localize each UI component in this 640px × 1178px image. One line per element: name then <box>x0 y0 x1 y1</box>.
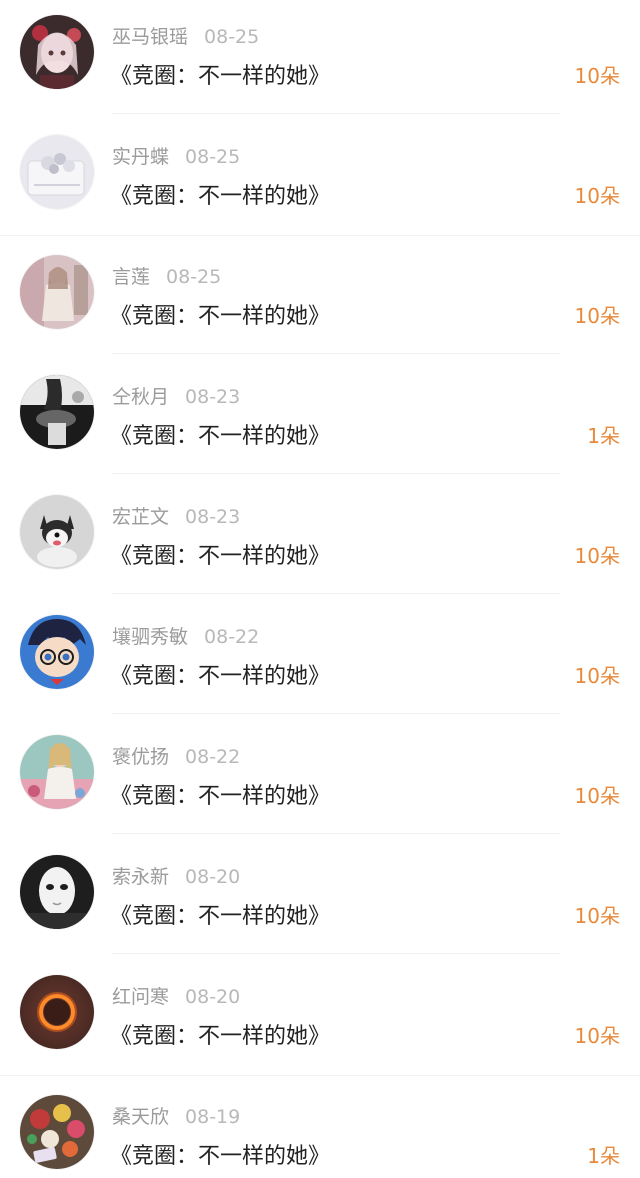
avatar-husky-dog[interactable] <box>20 495 94 569</box>
avatar-flowers-bag[interactable] <box>20 135 94 209</box>
gift-amount: 10朵 <box>574 904 620 928</box>
list-item[interactable]: 宏芷文 08-23 《竞圈：不一样的她》 10朵 <box>0 480 640 600</box>
divider <box>112 833 560 834</box>
divider <box>112 953 560 954</box>
user-name[interactable]: 桑天欣 <box>112 1106 169 1128</box>
avatar-anime-boy[interactable] <box>20 615 94 689</box>
book-title[interactable]: 《竞圈：不一样的她》 <box>110 538 330 570</box>
item-date: 08-25 <box>204 26 260 48</box>
divider <box>112 353 560 354</box>
item-meta: 红问寒 08-20 <box>112 982 240 1010</box>
list-item[interactable]: 实丹蝶 08-25 《竞圈：不一样的她》 10朵 <box>0 120 640 240</box>
item-date: 08-19 <box>185 1106 241 1128</box>
book-title[interactable]: 《竞圈：不一样的她》 <box>110 898 330 930</box>
item-meta: 壤驷秀敏 08-22 <box>112 622 259 650</box>
divider <box>0 235 640 236</box>
gift-amount: 10朵 <box>574 664 620 688</box>
gift-amount: 10朵 <box>574 784 620 808</box>
list-item[interactable]: 言莲 08-25 《竞圈：不一样的她》 10朵 <box>0 240 640 360</box>
book-title[interactable]: 《竞圈：不一样的她》 <box>110 658 330 690</box>
user-name[interactable]: 索永新 <box>112 866 169 888</box>
user-name[interactable]: 褒优扬 <box>112 746 169 768</box>
gift-amount: 10朵 <box>574 304 620 328</box>
item-meta: 仝秋月 08-23 <box>112 382 240 410</box>
user-name[interactable]: 言莲 <box>112 266 150 288</box>
item-meta: 实丹蝶 08-25 <box>112 142 240 170</box>
book-title[interactable]: 《竞圈：不一样的她》 <box>110 1138 330 1170</box>
user-name[interactable]: 巫马银瑶 <box>112 26 188 48</box>
item-date: 08-23 <box>185 506 241 528</box>
book-title[interactable]: 《竞圈：不一样的她》 <box>110 1018 330 1050</box>
gift-amount: 10朵 <box>574 64 620 88</box>
avatar-doll-room[interactable] <box>20 255 94 329</box>
item-meta: 桑天欣 08-19 <box>112 1102 240 1130</box>
user-name[interactable]: 仝秋月 <box>112 386 169 408</box>
gift-amount: 10朵 <box>574 544 620 568</box>
item-meta: 索永新 08-20 <box>112 862 240 890</box>
divider <box>112 713 560 714</box>
book-title[interactable]: 《竞圈：不一样的她》 <box>110 418 330 450</box>
book-title[interactable]: 《竞圈：不一样的她》 <box>110 298 330 330</box>
book-title[interactable]: 《竞圈：不一样的她》 <box>110 778 330 810</box>
avatar-flower-bouquet[interactable] <box>20 1095 94 1169</box>
user-name[interactable]: 实丹蝶 <box>112 146 169 168</box>
list-item[interactable]: 巫马银瑶 08-25 《竞圈：不一样的她》 10朵 <box>0 0 640 120</box>
avatar-doll-girl[interactable] <box>20 15 94 89</box>
book-title[interactable]: 《竞圈：不一样的她》 <box>110 178 330 210</box>
item-meta: 宏芷文 08-23 <box>112 502 240 530</box>
list-item[interactable]: 索永新 08-20 《竞圈：不一样的她》 10朵 <box>0 840 640 960</box>
list-item[interactable]: 褒优扬 08-22 《竞圈：不一样的她》 10朵 <box>0 720 640 840</box>
list-item[interactable]: 壤驷秀敏 08-22 《竞圈：不一样的她》 10朵 <box>0 600 640 720</box>
list-item[interactable]: 桑天欣 08-19 《竞圈：不一样的她》 1朵 <box>0 1080 640 1178</box>
item-meta: 巫马银瑶 08-25 <box>112 22 259 50</box>
gift-amount: 10朵 <box>574 184 620 208</box>
divider <box>0 1075 640 1076</box>
gift-amount: 1朵 <box>587 424 620 448</box>
item-date: 08-22 <box>185 746 241 768</box>
user-name[interactable]: 红问寒 <box>112 986 169 1008</box>
list-item[interactable]: 仝秋月 08-23 《竞圈：不一样的她》 1朵 <box>0 360 640 480</box>
divider <box>112 473 560 474</box>
divider <box>112 113 560 114</box>
user-name[interactable]: 宏芷文 <box>112 506 169 528</box>
item-date: 08-20 <box>185 866 241 888</box>
item-date: 08-23 <box>185 386 241 408</box>
gift-amount: 10朵 <box>574 1024 620 1048</box>
avatar-eclipse[interactable] <box>20 975 94 1049</box>
gift-record-list: 巫马银瑶 08-25 《竞圈：不一样的她》 10朵 实丹蝶 08-25 《竞圈：不一… <box>0 0 640 1178</box>
item-date: 08-20 <box>185 986 241 1008</box>
item-date: 08-25 <box>185 146 241 168</box>
item-meta: 褒优扬 08-22 <box>112 742 240 770</box>
item-date: 08-25 <box>166 266 222 288</box>
user-name[interactable]: 壤驷秀敏 <box>112 626 188 648</box>
divider <box>112 593 560 594</box>
item-meta: 言莲 08-25 <box>112 262 221 290</box>
avatar-bw-girl[interactable] <box>20 375 94 449</box>
book-title[interactable]: 《竞圈：不一样的她》 <box>110 58 330 90</box>
avatar-white-mask[interactable] <box>20 855 94 929</box>
item-date: 08-22 <box>204 626 260 648</box>
gift-amount: 1朵 <box>587 1144 620 1168</box>
avatar-painting-woman[interactable] <box>20 735 94 809</box>
list-item[interactable]: 红问寒 08-20 《竞圈：不一样的她》 10朵 <box>0 960 640 1080</box>
